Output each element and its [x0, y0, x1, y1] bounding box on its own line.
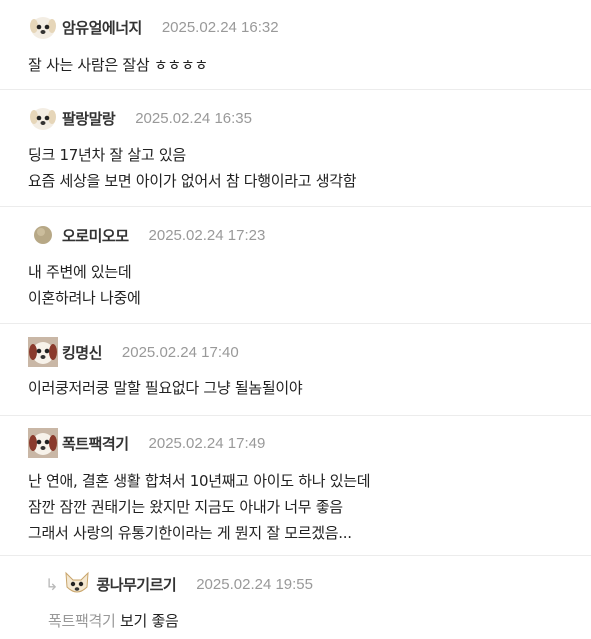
comment-date: 2025.02.24 19:55 [196, 575, 313, 593]
dog-avatar-icon[interactable] [62, 569, 92, 599]
comment-body: 내 주변에 있는데 이혼하려나 나중에 [28, 259, 141, 311]
comment-item: 암유얼에너지 2025.02.24 16:32 잘 사는 사람은 잘삼 ㅎㅎㅎㅎ [0, 0, 591, 90]
comment-text-line: 그래서 사랑의 유통기한이라는 게 뭔지 잘 모르겠음... [28, 524, 352, 542]
comment-text-line: 잘 사는 사람은 잘삼 ㅎㅎㅎㅎ [28, 56, 208, 74]
dog-avatar-icon[interactable] [28, 337, 58, 367]
comment-body: 잘 사는 사람은 잘삼 ㅎㅎㅎㅎ [28, 52, 208, 78]
comment-item: 팔랑말랑 2025.02.24 16:35 딩크 17년차 잘 살고 있음 요즘… [0, 90, 591, 207]
comment-author[interactable]: 팔랑말랑 [62, 108, 116, 129]
comment-text-line: 요즘 세상을 보면 아이가 없어서 참 다행이라고 생각함 [28, 172, 357, 190]
comment-text-line: 난 연애, 결혼 생활 합쳐서 10년째고 아이도 하나 있는데 [28, 472, 371, 490]
reply-text: 보기 좋음 [119, 612, 179, 630]
comment-author[interactable]: 오로미오모 [62, 225, 129, 246]
comment-date: 2025.02.24 17:49 [148, 434, 266, 452]
mention-author[interactable]: 폭트팩격기 [48, 612, 116, 630]
comment-author[interactable]: 폭트팩격기 [62, 433, 129, 454]
reply-body: 폭트팩격기 보기 좋음 [48, 608, 179, 634]
reply-arrow-icon: ↳ [45, 574, 59, 594]
comment-author[interactable]: 콩나무기르기 [96, 574, 176, 595]
comment-item: 킹명신 2025.02.24 17:40 이러쿵저러쿵 말할 필요없다 그냥 될… [0, 324, 591, 416]
comment-header: 암유얼에너지 2025.02.24 16:32 [28, 12, 279, 42]
comment-text-line: 내 주변에 있는데 [28, 263, 132, 281]
comment-item: 폭트팩격기 2025.02.24 17:49 난 연애, 결혼 생활 합쳐서 1… [0, 416, 591, 556]
comment-author[interactable]: 암유얼에너지 [62, 17, 142, 38]
comment-item: 오로미오모 2025.02.24 17:23 내 주변에 있는데 이혼하려나 나… [0, 207, 591, 324]
round-avatar-icon[interactable] [28, 220, 58, 250]
dog-avatar-icon[interactable] [28, 103, 58, 133]
comment-header: 폭트팩격기 2025.02.24 17:49 [28, 428, 265, 458]
reply-item: ↳ 콩나무기르기 2025.02.24 19:55 폭트팩격기 보기 좋음 [0, 556, 591, 639]
dog-avatar-icon[interactable] [28, 428, 58, 458]
comment-text-line: 잠깐 잠깐 권태기는 왔지만 지금도 아내가 너무 좋음 [28, 498, 343, 516]
comment-text-line: 이러쿵저러쿵 말할 필요없다 그냥 될놈될이야 [28, 379, 303, 397]
comment-list: 암유얼에너지 2025.02.24 16:32 잘 사는 사람은 잘삼 ㅎㅎㅎㅎ… [0, 0, 591, 639]
comment-body: 딩크 17년차 잘 살고 있음 요즘 세상을 보면 아이가 없어서 참 다행이라… [28, 142, 357, 194]
comment-date: 2025.02.24 17:23 [148, 226, 266, 244]
comment-body: 이러쿵저러쿵 말할 필요없다 그냥 될놈될이야 [28, 375, 303, 401]
comment-date: 2025.02.24 17:40 [121, 343, 239, 361]
comment-date: 2025.02.24 16:35 [135, 109, 252, 127]
dog-avatar-icon[interactable] [28, 12, 58, 42]
reply-header: ↳ 콩나무기르기 2025.02.24 19:55 [45, 569, 313, 599]
comment-header: 팔랑말랑 2025.02.24 16:35 [28, 103, 252, 133]
comment-date: 2025.02.24 16:32 [161, 18, 279, 36]
comment-header: 킹명신 2025.02.24 17:40 [28, 337, 239, 367]
comment-text-line: 이혼하려나 나중에 [28, 289, 141, 307]
comment-header: 오로미오모 2025.02.24 17:23 [28, 220, 265, 250]
comment-body: 난 연애, 결혼 생활 합쳐서 10년째고 아이도 하나 있는데 잠깐 잠깐 권… [28, 468, 371, 546]
comment-text-line: 딩크 17년차 잘 살고 있음 [28, 146, 186, 164]
comment-author[interactable]: 킹명신 [62, 342, 102, 363]
